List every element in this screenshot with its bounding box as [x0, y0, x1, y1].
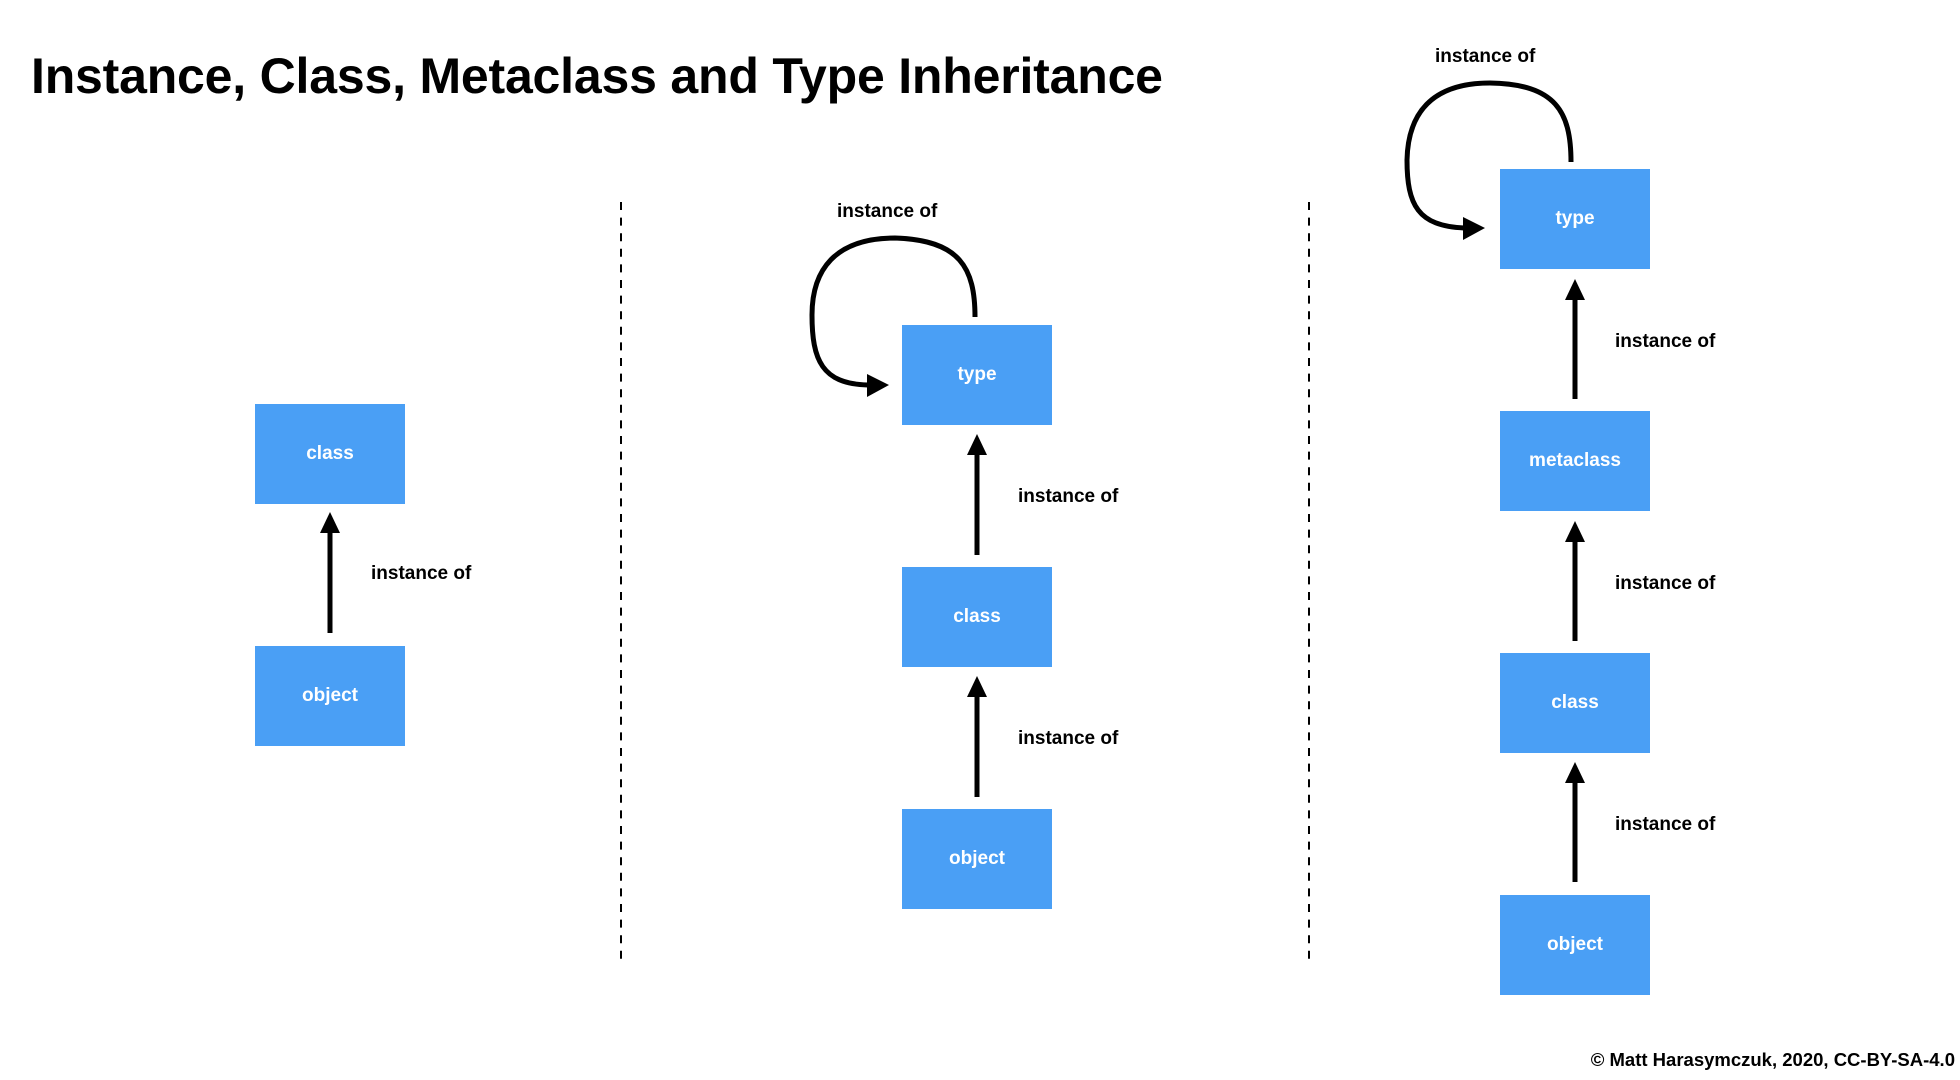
edge-label: instance of: [1615, 331, 1716, 352]
self-loop-label: instance of: [837, 201, 938, 222]
arrow-object-to-class-p1: [320, 512, 340, 633]
node-type: type: [1500, 169, 1650, 269]
node-class: class: [1500, 653, 1650, 753]
node-object: object: [255, 646, 405, 746]
node-object: object: [1500, 895, 1650, 995]
edge-label: instance of: [1615, 573, 1716, 594]
node-metaclass: metaclass: [1500, 411, 1650, 511]
arrow-object-to-class-p3: [1565, 762, 1585, 882]
arrow-metaclass-to-type-p3: [1565, 279, 1585, 399]
node-class: class: [902, 567, 1052, 667]
diagram-canvas: [320, 80, 1585, 964]
arrow-class-to-type-p2: [967, 434, 987, 555]
edge-label: instance of: [371, 563, 472, 584]
edge-label: instance of: [1615, 814, 1716, 835]
arrow-object-to-class-p2: [967, 676, 987, 797]
arrow-class-to-metaclass-p3: [1565, 521, 1585, 641]
edge-label: instance of: [1018, 728, 1119, 749]
node-type: type: [902, 325, 1052, 425]
node-object: object: [902, 809, 1052, 909]
edge-label: instance of: [1018, 486, 1119, 507]
self-loop-label: instance of: [1435, 46, 1536, 67]
page-title: Instance, Class, Metaclass and Type Inhe…: [31, 48, 1163, 104]
copyright-notice: © Matt Harasymczuk, 2020, CC-BY-SA-4.0: [1590, 1049, 1955, 1070]
node-class: class: [255, 404, 405, 504]
